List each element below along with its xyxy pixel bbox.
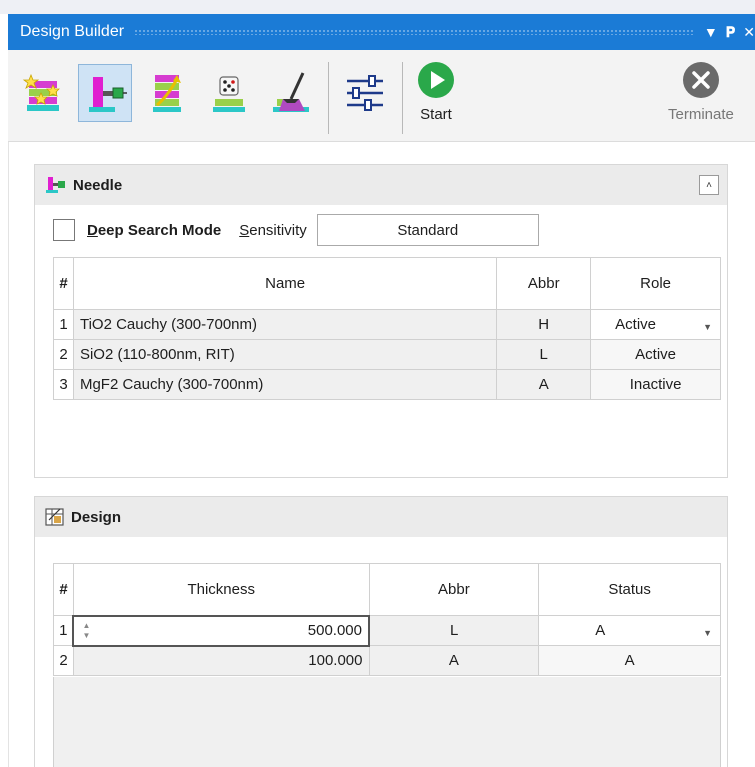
evolution-tool-button[interactable] bbox=[140, 64, 194, 122]
col-thickness[interactable]: Thickness bbox=[72, 563, 370, 616]
needle-tool-button[interactable] bbox=[78, 64, 132, 122]
needle-small-icon bbox=[46, 177, 65, 193]
start-label: Start bbox=[420, 106, 452, 123]
col-abbr[interactable]: Abbr bbox=[496, 257, 592, 310]
needle-materials-table: # Name Abbr Role 1 TiO2 Cauchy (300-700n… bbox=[53, 257, 721, 400]
design-section-header[interactable]: Design bbox=[35, 497, 727, 537]
table-row[interactable]: 1 TiO2 Cauchy (300-700nm) H Active ▼ bbox=[53, 309, 721, 340]
terminate-label: Terminate bbox=[668, 106, 734, 123]
col-abbr[interactable]: Abbr bbox=[368, 563, 540, 616]
toolbar-separator bbox=[328, 62, 329, 134]
material-abbr[interactable]: A bbox=[496, 369, 592, 400]
panel-title: Design Builder bbox=[20, 23, 125, 40]
terminate-button[interactable]: Terminate bbox=[668, 60, 734, 123]
chevron-down-icon[interactable]: ▼ bbox=[703, 322, 712, 332]
col-hash: # bbox=[53, 257, 74, 310]
design-section: Design # Thickness Abbr Status 1 ▲ ▼ 500… bbox=[34, 496, 728, 767]
toolbar: Start Terminate bbox=[8, 50, 755, 142]
stars-stack-icon bbox=[22, 73, 60, 111]
needle-section-header[interactable]: Needle ˄ bbox=[35, 165, 727, 205]
material-name[interactable]: MgF2 Cauchy (300-700nm) bbox=[72, 369, 498, 400]
design-section-title: Design bbox=[71, 508, 122, 526]
play-icon bbox=[418, 62, 454, 98]
deep-search-label[interactable]: Deep Search Mode bbox=[87, 222, 221, 239]
collapse-needle-button[interactable]: ˄ bbox=[699, 175, 719, 195]
close-icon[interactable]: ✕ bbox=[743, 25, 755, 39]
role-cell[interactable]: Active bbox=[590, 339, 721, 370]
start-button[interactable]: Start bbox=[416, 60, 456, 123]
deep-search-checkbox[interactable] bbox=[53, 219, 75, 241]
table-header-row: # Name Abbr Role bbox=[53, 257, 721, 310]
cleanup-tool-button[interactable] bbox=[264, 64, 318, 122]
table-row[interactable]: 2 SiO2 (110-800nm, RIT) L Active bbox=[53, 339, 721, 370]
top-strip bbox=[0, 0, 755, 14]
table-row[interactable]: 3 MgF2 Cauchy (300-700nm) A Inactive bbox=[53, 369, 721, 400]
random-tool-button[interactable] bbox=[202, 64, 256, 122]
synthesis-tool-button[interactable] bbox=[16, 64, 70, 122]
table-row[interactable]: 2 100.000 A A bbox=[53, 645, 721, 676]
status-cell[interactable]: A bbox=[538, 645, 721, 676]
sensitivity-field[interactable]: Standard bbox=[316, 214, 539, 246]
layer-abbr[interactable]: L bbox=[368, 615, 540, 646]
dice-stack-icon bbox=[213, 76, 245, 112]
material-name[interactable]: SiO2 (110-800nm, RIT) bbox=[72, 339, 498, 370]
broom-icon bbox=[273, 72, 309, 112]
row-index: 2 bbox=[53, 339, 74, 370]
toolbar-separator bbox=[402, 62, 403, 134]
role-value: Active bbox=[615, 316, 656, 333]
layer-abbr[interactable]: A bbox=[368, 645, 540, 676]
sliders-icon bbox=[347, 75, 383, 111]
role-dropdown[interactable]: Active ▼ bbox=[590, 309, 721, 340]
col-hash: # bbox=[53, 563, 74, 616]
col-status[interactable]: Status bbox=[538, 563, 721, 616]
chevron-up-icon: ˄ bbox=[706, 179, 712, 191]
table-header-row: # Thickness Abbr Status bbox=[53, 563, 721, 616]
needle-icon bbox=[89, 77, 127, 112]
row-index: 1 bbox=[53, 615, 74, 646]
table-row[interactable]: 1 ▲ ▼ 500.000 L A ▼ bbox=[53, 614, 721, 647]
status-dropdown[interactable]: A ▼ bbox=[538, 615, 721, 646]
thickness-spinner[interactable]: ▲ ▼ 500.000 bbox=[72, 614, 370, 647]
needle-options: Deep Search Mode Sensitivity Standard bbox=[53, 213, 539, 247]
titlebar-grip[interactable] bbox=[134, 29, 694, 35]
pin-icon[interactable]: 𝐏 bbox=[726, 25, 735, 39]
panel-titlebar[interactable]: Design Builder ▼ 𝐏 ✕ bbox=[8, 14, 755, 50]
material-abbr[interactable]: L bbox=[496, 339, 592, 370]
content-area: Needle ˄ Deep Search Mode Sensitivity St… bbox=[8, 142, 755, 767]
spinner-arrows-icon[interactable]: ▲ ▼ bbox=[82, 621, 90, 641]
stack-arrow-icon bbox=[153, 75, 181, 112]
row-index: 2 bbox=[53, 645, 74, 676]
sensitivity-label: Sensitivity bbox=[239, 221, 307, 239]
stop-x-icon bbox=[682, 62, 719, 98]
dropdown-icon[interactable]: ▼ bbox=[704, 25, 718, 39]
table-empty-area[interactable] bbox=[53, 677, 721, 767]
col-role[interactable]: Role bbox=[590, 257, 721, 310]
col-name[interactable]: Name bbox=[72, 257, 498, 310]
settings-tool-button[interactable] bbox=[338, 64, 392, 122]
needle-section-title: Needle bbox=[73, 176, 123, 194]
row-index: 3 bbox=[53, 369, 74, 400]
needle-section: Needle ˄ Deep Search Mode Sensitivity St… bbox=[34, 164, 728, 478]
row-index: 1 bbox=[53, 309, 74, 340]
thickness-cell[interactable]: 100.000 bbox=[72, 645, 370, 676]
role-cell[interactable]: Inactive bbox=[590, 369, 721, 400]
thickness-value: 500.000 bbox=[307, 622, 362, 639]
design-layers-table: # Thickness Abbr Status 1 ▲ ▼ 500.000 L A bbox=[53, 563, 721, 676]
material-abbr[interactable]: H bbox=[496, 309, 592, 340]
design-grid-icon bbox=[45, 508, 64, 526]
status-value: A bbox=[595, 622, 606, 639]
material-name[interactable]: TiO2 Cauchy (300-700nm) bbox=[72, 309, 498, 340]
chevron-down-icon[interactable]: ▼ bbox=[703, 628, 712, 638]
